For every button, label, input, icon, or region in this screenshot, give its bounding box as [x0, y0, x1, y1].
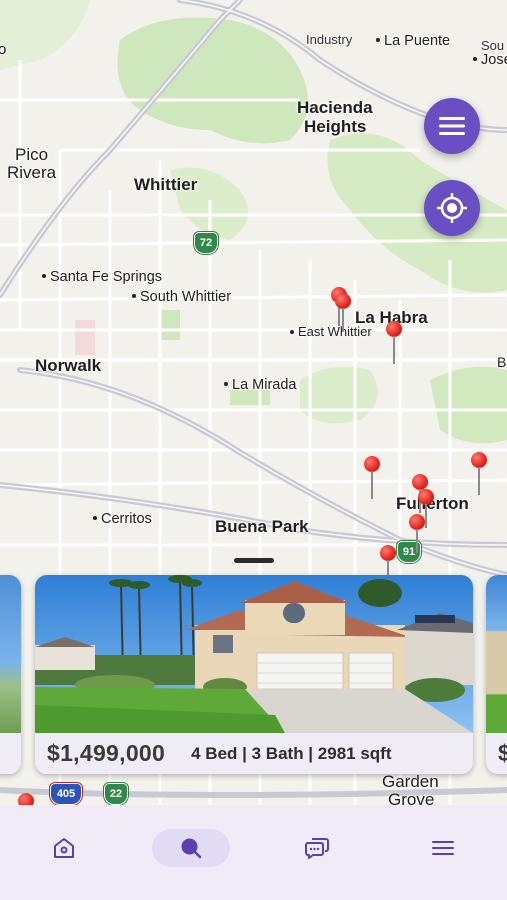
listing-card-next[interactable]: $ [486, 575, 507, 774]
listing-photo [35, 575, 473, 733]
listing-card-previous[interactable] [0, 575, 21, 774]
listing-details: 4 Bed | 3 Bath | 2981 sqft [191, 743, 392, 763]
map-label-south-1: Sou [481, 38, 505, 53]
map-label-pico-rivera-1: Pico [15, 145, 49, 164]
highway-shield-405: 405 [50, 783, 82, 805]
menu-fab-button[interactable] [424, 98, 480, 154]
listing-photo [0, 575, 21, 733]
map-label-right-edge: B [497, 354, 507, 370]
highway-shield-22: 22 [104, 783, 128, 805]
listing-pin[interactable] [18, 793, 34, 805]
listing-price-next: $ [498, 740, 507, 766]
map-label-hacienda-heights-1: Hacienda [297, 98, 373, 117]
locate-fab-button[interactable] [424, 180, 480, 236]
listing-info: $1,499,000 4 Bed | 3 Bath | 2981 sqft [35, 733, 473, 774]
map-label-buena-park: Buena Park [215, 517, 309, 536]
listing-card[interactable]: $1,499,000 4 Bed | 3 Bath | 2981 sqft [35, 575, 473, 774]
menu-icon [432, 841, 454, 855]
listing-pin[interactable] [471, 452, 487, 495]
map-label-garden-grove-2: Grove [388, 790, 435, 805]
nav-more[interactable] [404, 829, 482, 867]
map-label-hacienda-heights-2: Heights [304, 117, 367, 136]
map-label-left-edge: o [0, 41, 7, 58]
map-label-south-whittier: South Whittier [132, 290, 231, 305]
menu-icon [439, 117, 465, 135]
locate-icon [437, 193, 467, 223]
nav-messages[interactable] [278, 829, 356, 867]
chat-icon [305, 838, 329, 859]
map-label-south-2: Jose [473, 53, 507, 68]
highway-shield-72: 72 [194, 232, 218, 254]
map-label-norwalk: Norwalk [35, 356, 102, 375]
map-label-cerritos: Cerritos [93, 512, 152, 527]
map-label-santa-fe-springs: Santa Fe Springs [42, 270, 162, 285]
listing-photo [486, 575, 507, 733]
map-label-garden-grove-1: Garden [382, 772, 439, 791]
nav-search[interactable] [152, 829, 230, 867]
bottom-nav [0, 805, 507, 900]
map-label-whittier: Whittier [134, 175, 198, 194]
listing-pin[interactable] [364, 456, 380, 499]
map-label-la-puente: La Puente [376, 34, 450, 49]
search-icon [181, 838, 202, 859]
listing-pin[interactable] [409, 514, 425, 554]
listing-pin[interactable] [386, 321, 402, 364]
sheet-drag-handle[interactable] [234, 558, 274, 563]
listing-price: $1,499,000 [47, 740, 166, 766]
map-label-pico-rivera-2: Rivera [7, 163, 57, 182]
map-label-industry: Industry [306, 32, 353, 47]
map-label-la-mirada: La Mirada [224, 378, 296, 393]
nav-home[interactable] [25, 829, 103, 867]
listing-pin[interactable] [335, 293, 351, 333]
home-icon [54, 838, 74, 858]
